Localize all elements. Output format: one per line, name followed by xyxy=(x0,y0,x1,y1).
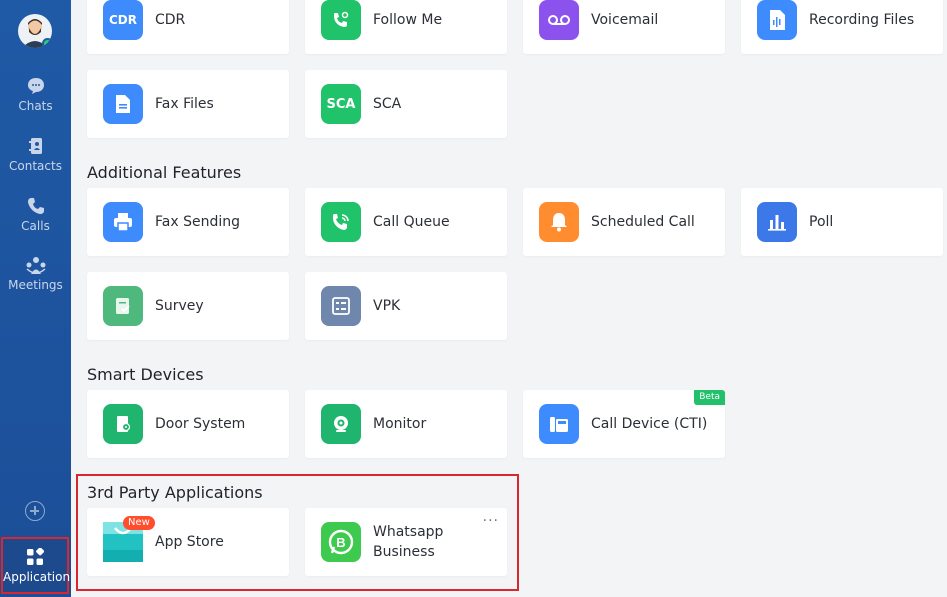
sidebar: Chats Contacts Calls Meetings Applicatio… xyxy=(0,0,71,597)
app-card-label: Door System xyxy=(155,416,246,432)
online-status-dot xyxy=(42,38,52,48)
app-card-call-device-cti[interactable]: Call Device (CTI) Beta xyxy=(523,390,725,458)
app-card-poll[interactable]: Poll xyxy=(741,188,943,256)
sidebar-item-contacts[interactable]: Contacts xyxy=(0,136,71,173)
survey-icon xyxy=(103,286,143,326)
section-title-third-party: 3rd Party Applications xyxy=(87,483,263,502)
chat-icon xyxy=(27,78,44,94)
app-card-sca[interactable]: SCA SCA xyxy=(305,70,507,138)
app-card-label: Recording Files xyxy=(809,12,915,28)
new-badge: New xyxy=(123,516,155,530)
sidebar-item-application[interactable]: Application xyxy=(1,537,71,594)
app-card-label: Call Device (CTI) xyxy=(591,416,708,432)
apps-grid-icon xyxy=(27,548,44,565)
app-card-label: Voicemail xyxy=(591,12,659,28)
app-card-label: Fax Files xyxy=(155,96,214,112)
app-card-label: Survey xyxy=(155,298,204,314)
sidebar-item-meetings[interactable]: Meetings xyxy=(0,255,71,292)
application-main: CDR CDR Follow Me Voicemail Recording Fi… xyxy=(71,0,947,597)
app-card-label: Fax Sending xyxy=(155,214,240,230)
sidebar-item-label: Chats xyxy=(18,99,53,113)
call-queue-icon xyxy=(321,202,361,242)
follow-me-phone-icon xyxy=(321,0,361,40)
phone-icon xyxy=(27,198,44,214)
app-card-label: App Store xyxy=(155,534,224,550)
app-card-label: CDR xyxy=(155,12,186,28)
app-card-door-system[interactable]: Door System xyxy=(87,390,289,458)
app-card-label: Monitor xyxy=(373,416,427,432)
section-title-smart-devices: Smart Devices xyxy=(87,365,204,384)
desk-phone-icon xyxy=(539,404,579,444)
app-card-scheduled-call[interactable]: Scheduled Call xyxy=(523,188,725,256)
plus-circle-icon[interactable] xyxy=(25,501,45,521)
app-card-label: Follow Me xyxy=(373,12,443,28)
app-card-label: Scheduled Call xyxy=(591,214,695,230)
app-card-fax-files[interactable]: Fax Files xyxy=(87,70,289,138)
app-card-vpk[interactable]: VPK xyxy=(305,272,507,340)
sidebar-item-label: Calls xyxy=(21,219,50,233)
bar-chart-icon xyxy=(757,202,797,242)
svg-text:B: B xyxy=(336,535,345,550)
recording-file-icon xyxy=(757,0,797,40)
vpk-icon xyxy=(321,286,361,326)
app-card-label: Poll xyxy=(809,214,834,230)
bell-icon xyxy=(539,202,579,242)
sidebar-item-label: Application xyxy=(3,570,71,584)
more-options-icon[interactable]: ··· xyxy=(483,514,499,528)
avatar[interactable] xyxy=(18,14,52,48)
app-card-recording-files[interactable]: Recording Files xyxy=(741,0,943,54)
meetings-icon xyxy=(26,257,45,274)
sidebar-item-label: Meetings xyxy=(8,278,63,292)
app-card-app-store[interactable]: App Store New xyxy=(87,508,289,576)
whatsapp-business-icon: B xyxy=(321,522,361,562)
app-card-survey[interactable]: Survey xyxy=(87,272,289,340)
printer-icon xyxy=(103,202,143,242)
section-title-additional-features: Additional Features xyxy=(87,163,242,182)
app-card-label: SCA xyxy=(373,96,402,112)
app-card-cdr[interactable]: CDR CDR xyxy=(87,0,289,54)
sidebar-item-calls[interactable]: Calls xyxy=(0,196,71,233)
fax-file-icon xyxy=(103,84,143,124)
voicemail-icon xyxy=(539,0,579,40)
sidebar-item-chats[interactable]: Chats xyxy=(0,76,71,113)
app-card-label: Call Queue xyxy=(373,214,450,230)
app-card-label: Whatsapp Business xyxy=(373,524,444,560)
app-card-voicemail[interactable]: Voicemail xyxy=(523,0,725,54)
app-card-call-queue[interactable]: Call Queue xyxy=(305,188,507,256)
beta-badge: Beta xyxy=(694,390,725,405)
app-card-label: VPK xyxy=(373,298,401,314)
app-card-follow-me[interactable]: Follow Me xyxy=(305,0,507,54)
door-system-icon xyxy=(103,404,143,444)
app-card-monitor[interactable]: Monitor xyxy=(305,390,507,458)
cdr-icon: CDR xyxy=(103,0,143,40)
camera-icon xyxy=(321,404,361,444)
sidebar-item-label: Contacts xyxy=(9,159,62,173)
app-card-whatsapp-business[interactable]: B Whatsapp Business ··· xyxy=(305,508,507,576)
contacts-icon xyxy=(28,138,42,154)
sca-icon: SCA xyxy=(321,84,361,124)
app-card-fax-sending[interactable]: Fax Sending xyxy=(87,188,289,256)
